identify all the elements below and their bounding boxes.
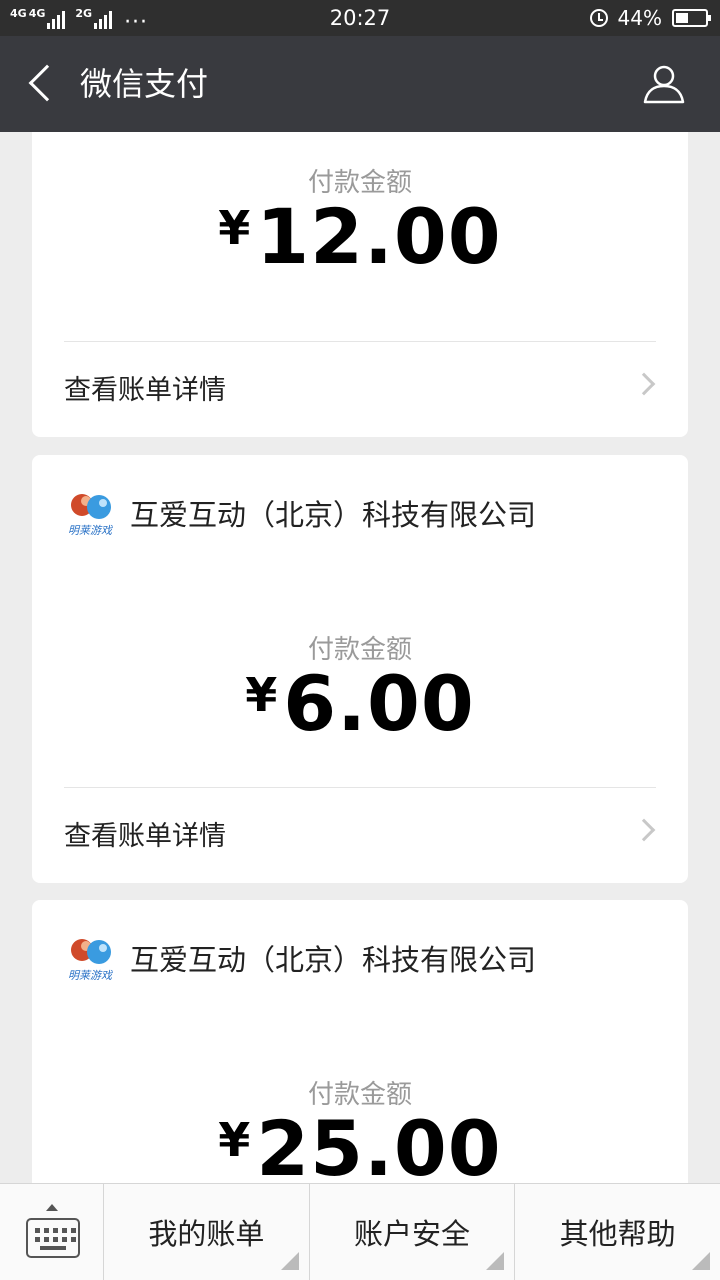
view-bill-details-label: 查看账单详情: [64, 821, 226, 852]
bill-card: 明莱游戏 互爱互动（北京）科技有限公司 付款金额 ¥ 6.00 查看账单详情: [32, 455, 688, 883]
menu-my-bills[interactable]: 我的账单: [104, 1184, 310, 1280]
merchant-name: 互爱互动（北京）科技有限公司: [130, 498, 537, 532]
battery-percent: 44%: [617, 6, 662, 30]
amount: ¥ 6.00: [32, 661, 688, 747]
view-bill-details-row[interactable]: 查看账单详情: [32, 342, 688, 432]
amount-value: 12.00: [256, 192, 502, 281]
menu-other-help-label: 其他帮助: [559, 1217, 676, 1251]
menu-other-help[interactable]: 其他帮助: [515, 1184, 720, 1280]
submenu-indicator-icon: [692, 1252, 711, 1270]
view-bill-details-label: 查看账单详情: [64, 375, 226, 406]
submenu-indicator-icon: [280, 1252, 299, 1270]
currency-symbol: ¥: [245, 668, 278, 722]
view-bill-details-row[interactable]: 查看账单详情: [32, 788, 688, 878]
menu-account-security[interactable]: 账户安全: [310, 1184, 516, 1280]
merchant-logo-icon: 明莱游戏: [68, 494, 113, 537]
menu-my-bills-label: 我的账单: [148, 1217, 265, 1251]
expand-up-icon: [46, 1204, 58, 1211]
currency-symbol: ¥: [218, 1113, 251, 1167]
status-bar: 4G 4G 2G ··· 20:27 44%: [0, 0, 720, 36]
bill-card: 明莱游戏 互爱互动（北京）科技有限公司 付款金额 ¥ 25.00: [32, 900, 688, 1183]
merchant-logo-text: 明莱游戏: [68, 524, 113, 537]
battery-fill: [676, 13, 688, 23]
keyboard-toggle-button[interactable]: [0, 1184, 104, 1280]
submenu-indicator-icon: [486, 1252, 505, 1270]
chevron-right-icon: [632, 818, 656, 842]
merchant-logo-icon: 明莱游戏: [68, 939, 113, 982]
merchant-header: 明莱游戏 互爱互动（北京）科技有限公司: [64, 930, 536, 986]
currency-symbol: ¥: [218, 201, 251, 255]
status-right: 44%: [589, 6, 711, 30]
profile-icon[interactable]: [640, 64, 688, 104]
amount: ¥ 25.00: [32, 1104, 688, 1184]
alarm-icon: [589, 9, 608, 27]
amount-value: 25.00: [256, 1104, 502, 1184]
page-title: 微信支付: [80, 65, 209, 103]
back-icon[interactable]: [28, 64, 66, 102]
bottom-menu: 我的账单 账户安全 其他帮助: [0, 1183, 720, 1280]
menu-account-security-label: 账户安全: [354, 1217, 471, 1251]
keyboard-icon: [26, 1218, 80, 1258]
chevron-right-icon: [632, 372, 656, 396]
amount: ¥ 12.00: [32, 194, 688, 280]
merchant-name: 互爱互动（北京）科技有限公司: [130, 943, 537, 977]
merchant-logo-text: 明莱游戏: [68, 969, 113, 982]
bill-list[interactable]: 付款金额 ¥ 12.00 查看账单详情 明莱游戏 互爱互动（北京）科技有限公司 …: [0, 132, 720, 1183]
amount-value: 6.00: [283, 659, 475, 748]
merchant-header: 明莱游戏 互爱互动（北京）科技有限公司: [64, 485, 536, 541]
bill-card: 付款金额 ¥ 12.00 查看账单详情: [32, 132, 688, 437]
nav-bar: 微信支付: [0, 36, 720, 132]
battery-icon: [672, 9, 711, 27]
